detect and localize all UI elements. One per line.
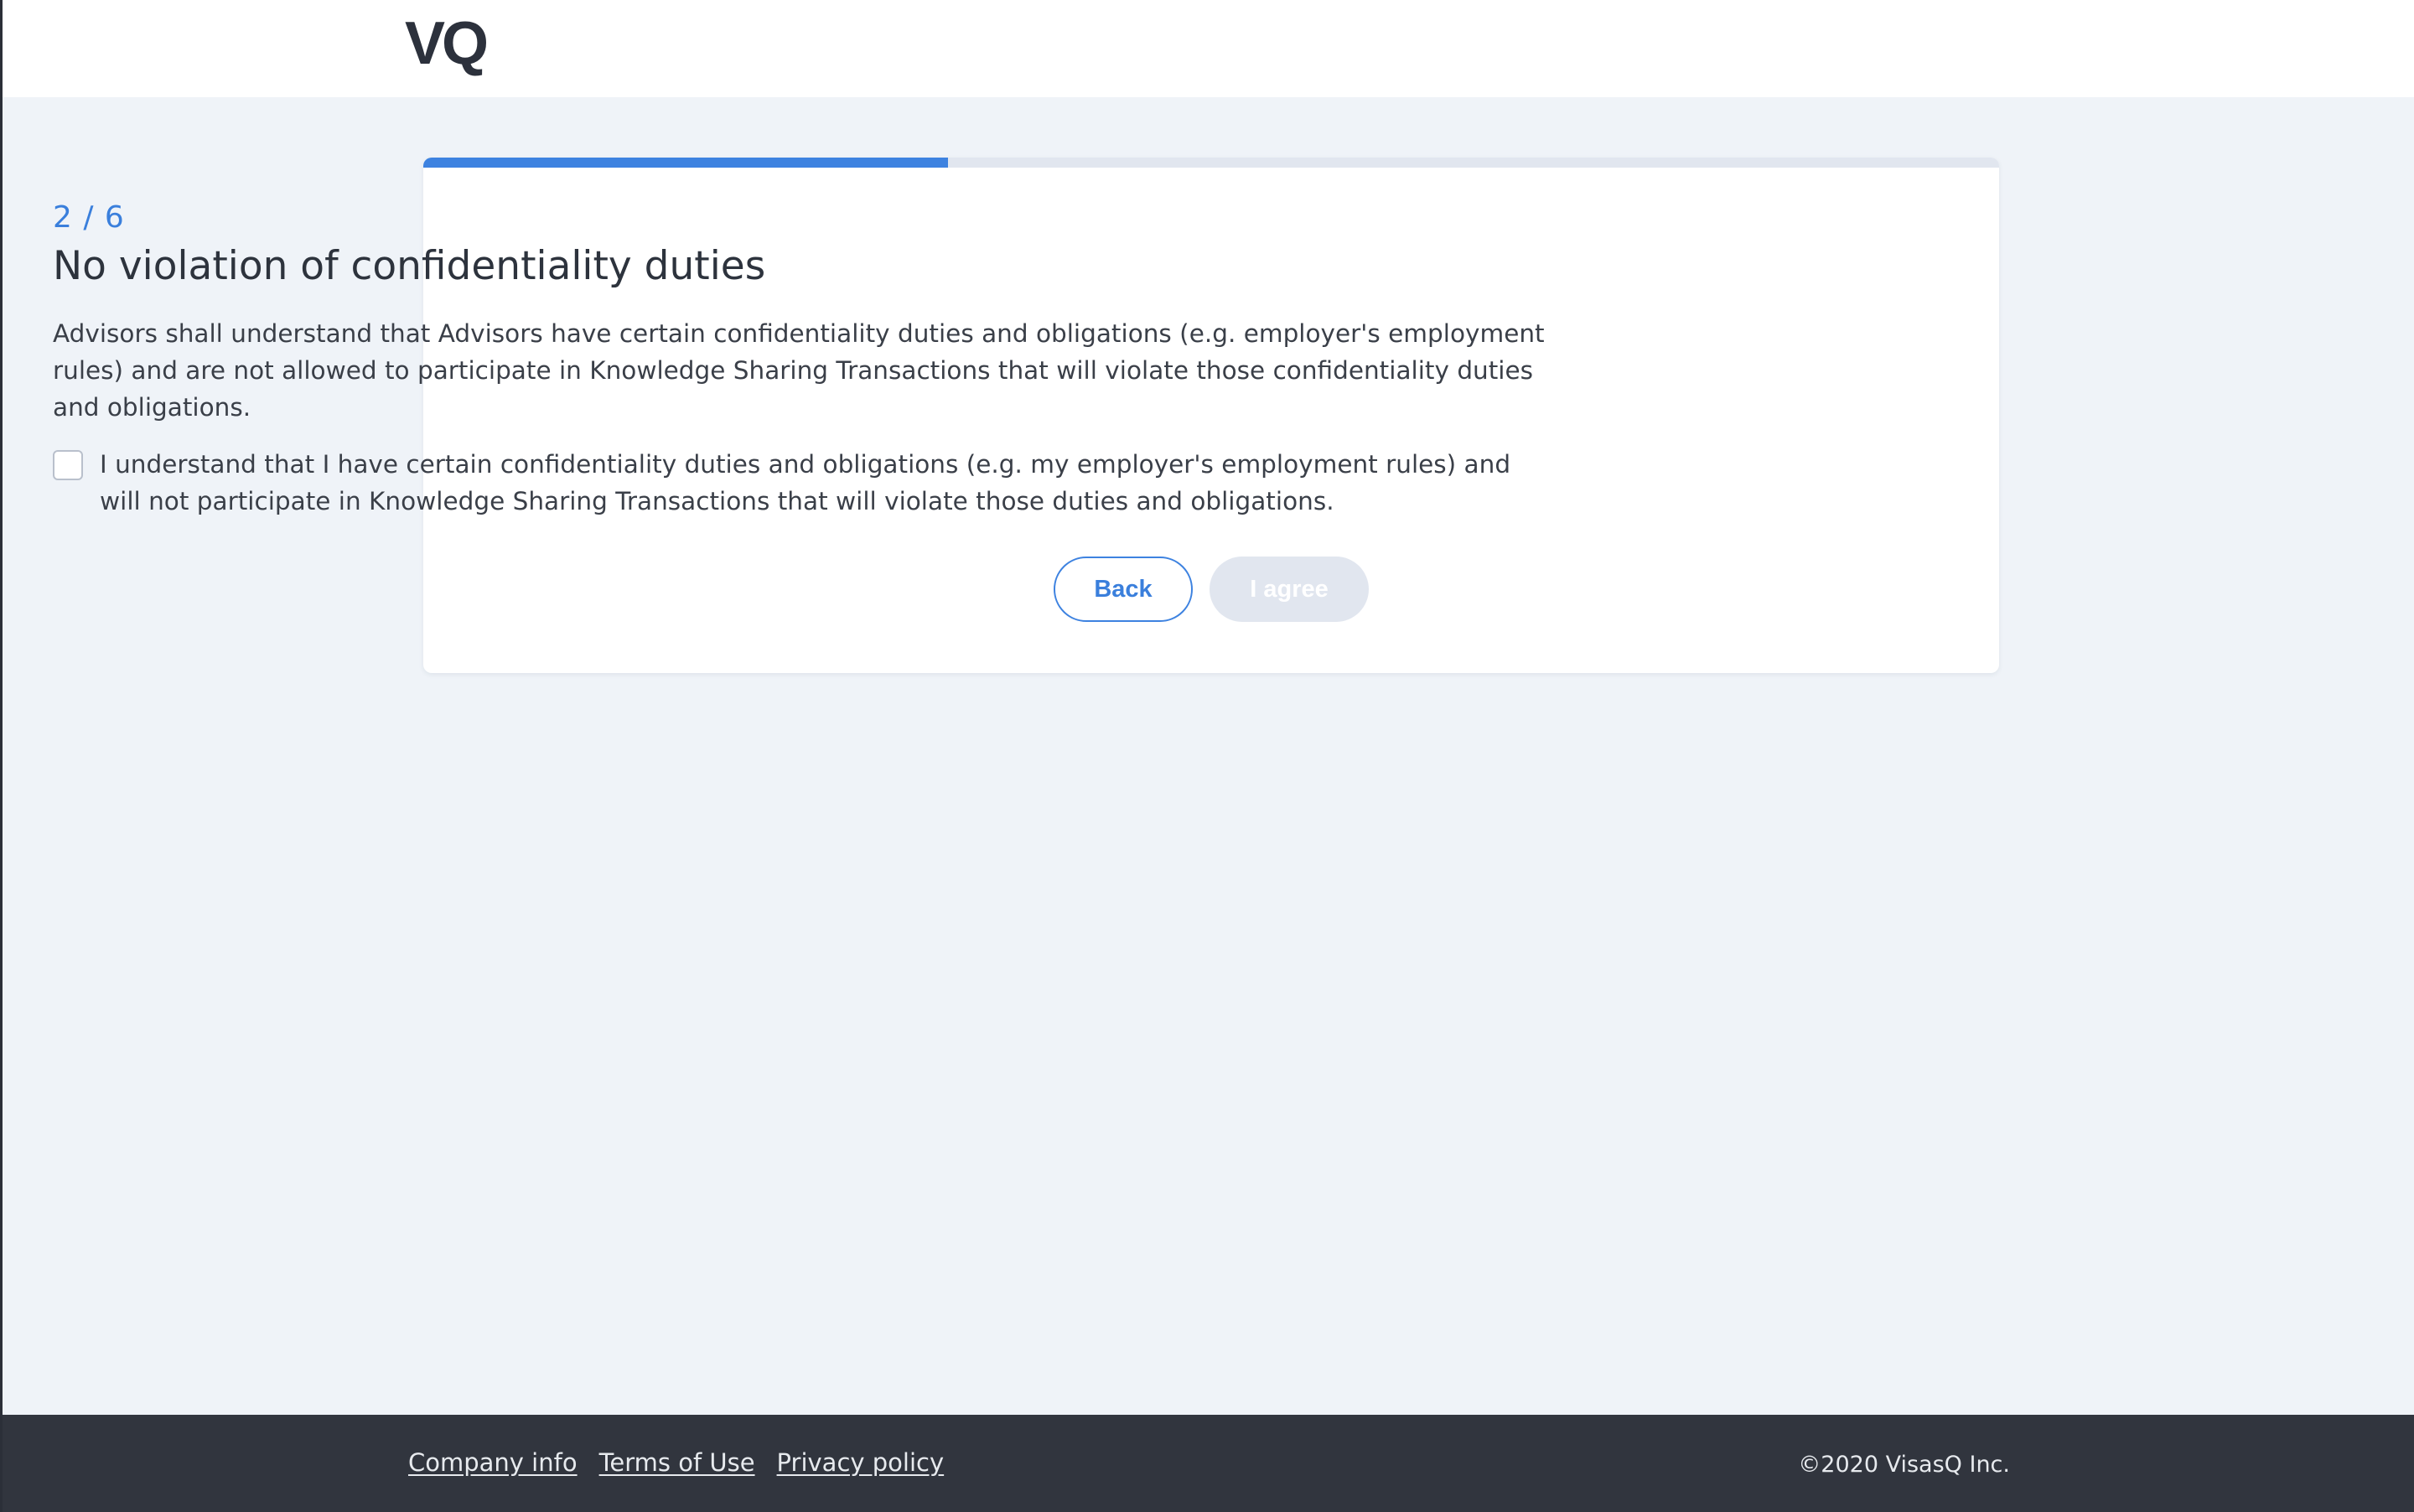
copyright-text: ©2020 VisasQ Inc. xyxy=(1798,1452,2010,1478)
step-counter: 2 / 6 xyxy=(53,200,125,235)
agreement-checkbox-label[interactable]: I understand that I have certain confide… xyxy=(100,446,1525,520)
agreement-checkbox[interactable] xyxy=(53,450,83,480)
footer-link-company-info[interactable]: Company info xyxy=(408,1448,578,1478)
footer-link-terms-of-use[interactable]: Terms of Use xyxy=(599,1448,755,1478)
progress-bar xyxy=(423,158,1999,168)
page-title: No violation of confidentiality duties xyxy=(53,243,766,289)
top-header: VQ xyxy=(3,0,2414,97)
logo[interactable]: VQ xyxy=(405,13,489,74)
back-button[interactable]: Back xyxy=(1054,557,1193,622)
footer-link-privacy-policy[interactable]: Privacy policy xyxy=(777,1448,945,1478)
description-text: Advisors shall understand that Advisors … xyxy=(53,319,1545,422)
footer: Company info Terms of Use Privacy policy… xyxy=(3,1415,2414,1512)
progress-bar-fill xyxy=(423,158,949,168)
footer-links: Company info Terms of Use Privacy policy xyxy=(408,1448,944,1478)
agree-button[interactable]: I agree xyxy=(1210,557,1369,622)
